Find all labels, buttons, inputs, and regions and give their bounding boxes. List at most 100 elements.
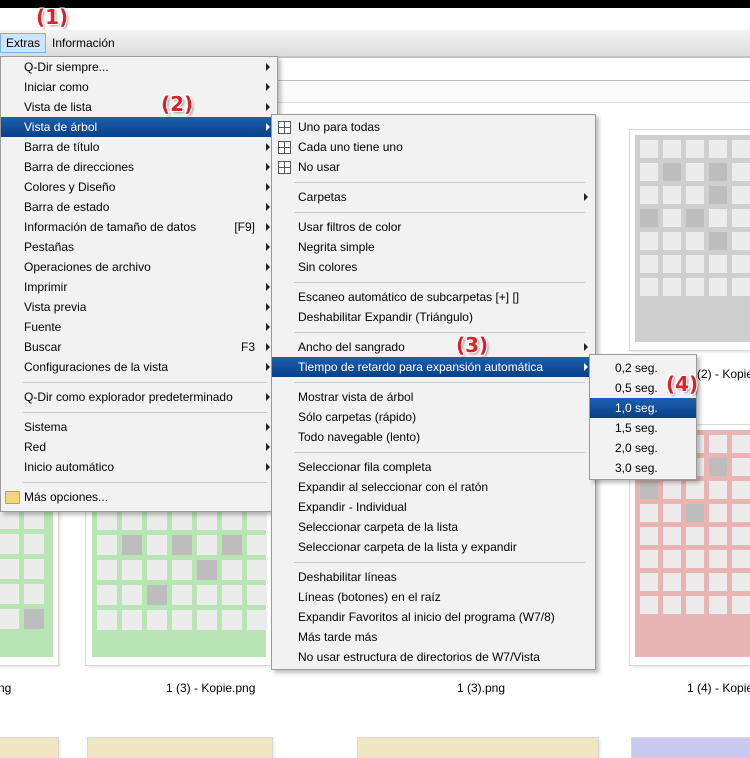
menu-separator [294, 452, 585, 453]
menu-item-pestanas[interactable]: Pestañas [1, 237, 277, 257]
menu-item-vista-de-arbol[interactable]: Vista de árbol [1, 117, 277, 137]
menu-item-seleccionar-carpeta[interactable]: Seleccionar carpeta de la lista [272, 517, 595, 537]
menu-item-todo-navegable[interactable]: Todo navegable (lento) [272, 427, 595, 447]
menu-item-escaneo-automatico[interactable]: Escaneo automático de subcarpetas [+] [] [272, 287, 595, 307]
menu-item-label: Seleccionar fila completa [298, 460, 432, 474]
thumbnail-image [92, 505, 267, 657]
submenu-arrow-icon [584, 193, 588, 201]
menu-item-no-usar-estructura[interactable]: No usar estructura de directorios de W7/… [272, 647, 595, 667]
menu-item-label: 3,0 seg. [615, 461, 658, 475]
menu-item-label: Sólo carpetas (rápido) [298, 410, 417, 424]
menu-item-mas-opciones[interactable]: Más opciones... [1, 487, 277, 507]
menu-separator [294, 282, 585, 283]
submenu-arrow-icon [266, 343, 270, 351]
menu-item-label: Imprimir [24, 280, 68, 294]
menu-item-delay[interactable]: 1,0 seg. [590, 398, 696, 418]
submenu-arrow-icon [266, 223, 270, 231]
menu-item-label: Carpetas [298, 190, 347, 204]
menu-item-buscar[interactable]: Buscar F3 [1, 337, 277, 357]
menu-item-label: Iniciar como [24, 80, 89, 94]
menu-item-inicio-automatico[interactable]: Inicio automático [1, 457, 277, 477]
menu-item-no-usar[interactable]: No usar [272, 157, 595, 177]
step-badge-4: (4) [666, 372, 699, 396]
menu-item-negrita-simple[interactable]: Negrita simple [272, 237, 595, 257]
thumbnail-yellow[interactable] [0, 738, 58, 758]
folder-icon [5, 491, 20, 504]
menu-item-delay[interactable]: 1,5 seg. [590, 418, 696, 438]
menu-item-operaciones-de-archivo[interactable]: Operaciones de archivo [1, 257, 277, 277]
menu-item-vista-previa[interactable]: Vista previa [1, 297, 277, 317]
menu-item-label: Inicio automático [24, 460, 115, 474]
menu-item-label: Usar filtros de color [298, 220, 402, 234]
submenu-arrow-icon [266, 463, 270, 471]
menu-item-red[interactable]: Red [1, 437, 277, 457]
menu-item-cada-uno-tiene-uno[interactable]: Cada uno tiene uno [272, 137, 595, 157]
grid-icon [278, 141, 291, 154]
thumbnail-yellow[interactable] [88, 738, 272, 758]
thumbnail-label: (2) - Kopie [697, 367, 750, 381]
menu-item-barra-de-estado[interactable]: Barra de estado [1, 197, 277, 217]
thumbnail-lavender[interactable] [632, 738, 750, 758]
thumbnail-yellow[interactable] [358, 738, 598, 758]
menu-item-label: Deshabilitar líneas [298, 570, 397, 584]
submenu-arrow-icon [266, 363, 270, 371]
menu-item-shortcut: [F9] [234, 220, 255, 234]
menu-item-configuraciones-de-la-vista[interactable]: Configuraciones de la vista [1, 357, 277, 377]
menu-item-sin-colores[interactable]: Sin colores [272, 257, 595, 277]
menu-item-shortcut: F3 [240, 340, 255, 354]
submenu-arrow-icon [266, 303, 270, 311]
menu-item-label: Uno para todas [298, 120, 381, 134]
menu-item-tiempo-de-retardo[interactable]: Tiempo de retardo para expansión automát… [272, 357, 595, 377]
thumbnail-gray[interactable] [630, 130, 750, 350]
menu-item-lineas-en-raiz[interactable]: Líneas (botones) en el raíz [272, 587, 595, 607]
menu-item-label: Seleccionar carpeta de la lista y expand… [298, 540, 517, 554]
menu-item-qdir-siempre[interactable]: Q-Dir siempre... [1, 57, 277, 77]
menu-item-colores-y-diseno[interactable]: Colores y Diseño [1, 177, 277, 197]
menu-item-ancho-del-sangrado[interactable]: Ancho del sangrado [272, 337, 595, 357]
menu-item-label: No usar [298, 160, 341, 174]
address-bar[interactable] [276, 57, 750, 81]
thumbnail-label: ng [0, 681, 12, 695]
menu-extras[interactable]: Extras [0, 33, 47, 53]
menu-item-deshabilitar-expandir[interactable]: Deshabilitar Expandir (Triángulo) [272, 307, 595, 327]
menu-item-explorador-predeterminado[interactable]: Q-Dir como explorador predeterminado [1, 387, 277, 407]
menu-item-label: Buscar [24, 340, 62, 354]
menu-item-delay[interactable]: 3,0 seg. [590, 458, 696, 478]
menu-item-barra-de-titulo[interactable]: Barra de título [1, 137, 277, 157]
menu-item-vista-de-lista[interactable]: Vista de lista [1, 97, 277, 117]
menu-item-imprimir[interactable]: Imprimir [1, 277, 277, 297]
menu-item-expandir-individual[interactable]: Expandir - Individual [272, 497, 595, 517]
menu-item-carpetas[interactable]: Carpetas [272, 187, 595, 207]
menu-item-label: Mostrar vista de árbol [298, 390, 414, 404]
menu-item-mostrar-vista-de-arbol[interactable]: Mostrar vista de árbol [272, 387, 595, 407]
menu-item-label: Q-Dir siempre... [24, 60, 109, 74]
submenu-arrow-icon [266, 323, 270, 331]
menu-item-uno-para-todas[interactable]: Uno para todas [272, 117, 595, 137]
menu-item-label: Sin colores [298, 260, 358, 274]
menu-item-usar-filtros-de-color[interactable]: Usar filtros de color [272, 217, 595, 237]
menu-item-fuente[interactable]: Fuente [1, 317, 277, 337]
menu-item-label: Configuraciones de la vista [24, 360, 169, 374]
menu-item-mas-tarde-mas[interactable]: Más tarde más [272, 627, 595, 647]
menu-item-iniciar-como[interactable]: Iniciar como [1, 77, 277, 97]
menu-informacion[interactable]: Información [47, 34, 120, 52]
menu-item-delay[interactable]: 2,0 seg. [590, 438, 696, 458]
menu-item-informacion-tamano[interactable]: Información de tamaño de datos [F9] [1, 217, 277, 237]
menu-item-expandir-favoritos[interactable]: Expandir Favoritos al inicio del program… [272, 607, 595, 627]
menu-item-label: Vista de lista [24, 100, 92, 114]
menu-item-label: Expandir al seleccionar con el ratón [298, 480, 489, 494]
menu-item-sistema[interactable]: Sistema [1, 417, 277, 437]
menu-item-barra-de-direcciones[interactable]: Barra de direcciones [1, 157, 277, 177]
menu-item-solo-carpetas[interactable]: Sólo carpetas (rápido) [272, 407, 595, 427]
menu-item-expandir-al-seleccionar[interactable]: Expandir al seleccionar con el ratón [272, 477, 595, 497]
menu-item-deshabilitar-lineas[interactable]: Deshabilitar líneas [272, 567, 595, 587]
extras-menu: Q-Dir siempre... Iniciar como Vista de l… [0, 56, 278, 512]
menu-item-seleccionar-carpeta-expandir[interactable]: Seleccionar carpeta de la lista y expand… [272, 537, 595, 557]
submenu-arrow-icon [266, 123, 270, 131]
thumbnail-green-left[interactable] [0, 505, 58, 665]
menu-item-label: Seleccionar carpeta de la lista [298, 520, 459, 534]
menu-item-label: Expandir Favoritos al inicio del program… [298, 610, 555, 624]
menu-item-seleccionar-fila-completa[interactable]: Seleccionar fila completa [272, 457, 595, 477]
thumbnail-green[interactable] [86, 505, 272, 665]
menu-item-label: Más opciones... [24, 490, 109, 504]
